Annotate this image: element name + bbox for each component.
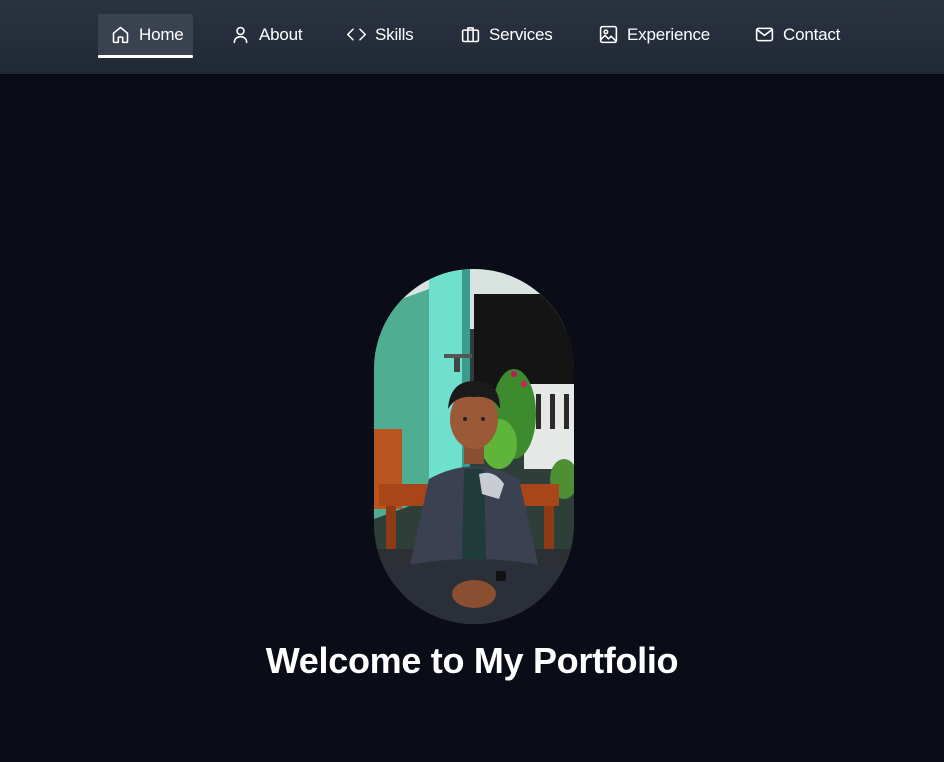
nav-menu: Home About Skills Services Experience Co… (98, 14, 852, 58)
home-icon (110, 24, 131, 45)
nav-item-skills[interactable]: Skills (334, 14, 424, 55)
nav-item-label: Contact (783, 24, 841, 44)
nav-item-label: Home (139, 24, 184, 44)
code-icon (346, 24, 367, 45)
nav-item-label: Skills (375, 24, 414, 44)
nav-item-label: Services (489, 24, 553, 44)
hero-section: Welcome to My Portfolio (0, 74, 944, 762)
nav-item-about[interactable]: About (218, 14, 310, 55)
mail-icon (754, 24, 775, 45)
user-icon (230, 24, 251, 45)
nav-item-contact[interactable]: Contact (742, 14, 852, 55)
nav-item-home[interactable]: Home (98, 14, 193, 58)
briefcase-icon (460, 24, 481, 45)
image-icon (598, 24, 619, 45)
nav-item-label: Experience (627, 24, 711, 44)
nav-item-services[interactable]: Services (448, 14, 562, 55)
nav-item-label: About (259, 24, 303, 44)
profile-photo (374, 269, 574, 624)
top-navbar: Home About Skills Services Experience Co… (0, 0, 944, 74)
hero-title: Welcome to My Portfolio (265, 640, 679, 681)
nav-item-experience[interactable]: Experience (586, 14, 718, 55)
